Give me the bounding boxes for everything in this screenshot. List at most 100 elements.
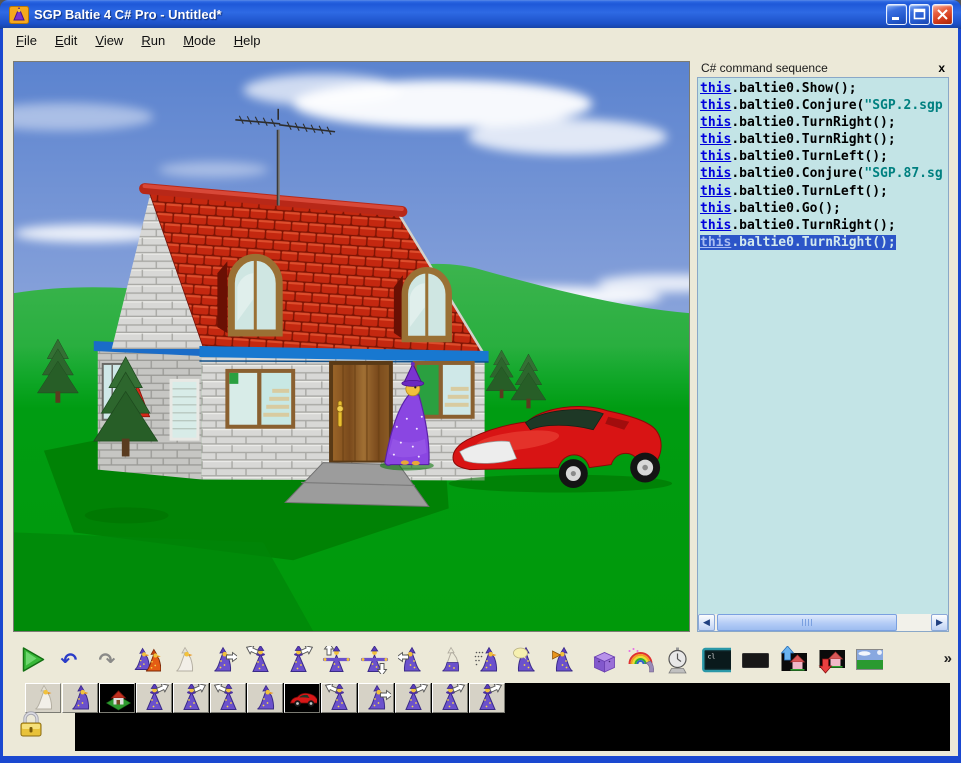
minimize-button[interactable] [886, 4, 907, 25]
close-icon [935, 7, 950, 22]
redo-button[interactable]: ↷ [92, 643, 125, 677]
lock-icon[interactable] [17, 709, 45, 744]
code-line[interactable]: this.baltie0.TurnLeft(); [698, 148, 948, 165]
scene-upload-button[interactable] [776, 643, 809, 677]
baltie-back-button[interactable] [396, 643, 429, 677]
undo-button[interactable]: ↶ [54, 643, 87, 677]
maximize-button[interactable] [909, 4, 930, 25]
scroll-thumb[interactable] [717, 614, 897, 631]
baltie-pair-button[interactable] [130, 643, 163, 677]
speech-icon [512, 646, 541, 674]
ghost-icon [170, 646, 199, 674]
walk-e-icon [362, 684, 391, 712]
menu-view[interactable]: View [86, 30, 132, 51]
step-turn-right-3[interactable] [395, 683, 431, 713]
baltie-vanish-button[interactable] [434, 643, 467, 677]
step-turn-right-1[interactable] [136, 683, 172, 713]
house-down-icon [816, 646, 845, 674]
scene-viewport[interactable] [13, 61, 690, 632]
step-conjure-2[interactable] [247, 683, 283, 713]
svg-text:↶: ↶ [61, 648, 78, 672]
baltie-turn-left-button[interactable] [244, 643, 277, 677]
menu-help[interactable]: Help [225, 30, 270, 51]
command-panel-title: C# command sequence [699, 61, 938, 75]
baltie-lift-button[interactable] [320, 643, 353, 677]
code-line[interactable]: this.baltie0.TurnRight(); [698, 114, 948, 131]
menu-mode[interactable]: Mode [174, 30, 225, 51]
menu-bar: FileEditViewRunModeHelp [3, 29, 958, 52]
baltie-say-button[interactable] [510, 643, 543, 677]
code-line[interactable]: this.baltie0.TurnRight(); [698, 217, 948, 234]
front-window-left [225, 369, 295, 429]
wait-button[interactable] [662, 643, 695, 677]
blackrect-icon [740, 646, 769, 674]
baltie-put-button[interactable] [358, 643, 391, 677]
stopwatch-icon [664, 646, 693, 674]
code-line[interactable]: this.baltie0.Show(); [698, 80, 948, 97]
step-conjure-1[interactable] [62, 683, 98, 713]
panel-close-button[interactable]: x [938, 61, 949, 75]
dormer-window-right [394, 270, 449, 339]
step-turn-left-2[interactable] [321, 683, 357, 713]
item-cube-button[interactable] [586, 643, 619, 677]
scene-download-button[interactable] [814, 643, 847, 677]
trumpet-icon [550, 646, 579, 674]
cube-icon [588, 646, 617, 674]
pair-icon [132, 646, 161, 674]
cone-nw-icon [246, 646, 275, 674]
console-icon: cl [702, 646, 731, 674]
house-up-icon [778, 646, 807, 674]
close-button[interactable] [932, 4, 953, 25]
menu-edit[interactable]: Edit [46, 30, 86, 51]
command-panel-header: C# command sequence x [699, 59, 949, 76]
step-turn-right-4[interactable] [432, 683, 468, 713]
code-line[interactable]: this.baltie0.TurnLeft(); [698, 183, 948, 200]
baltie-go-button[interactable] [206, 643, 239, 677]
svg-text:cl: cl [708, 652, 716, 660]
console-button[interactable]: cl [700, 643, 733, 677]
side-window-2 [170, 379, 200, 441]
baltie-invisible-button[interactable] [168, 643, 201, 677]
menu-file[interactable]: File [7, 30, 46, 51]
run-button[interactable] [16, 643, 49, 677]
code-line[interactable]: this.baltie0.Conjure("SGP.2.sgp [698, 97, 948, 114]
step-turn-left-1[interactable] [210, 683, 246, 713]
fast-icon [474, 646, 503, 674]
cone-ne-icon [284, 646, 313, 674]
arms-up-icon [322, 646, 351, 674]
step-go[interactable] [358, 683, 394, 713]
maximize-icon [912, 7, 927, 22]
cone-ne-icon [140, 684, 169, 712]
horizontal-scrollbar[interactable]: ◀ ▶ [698, 614, 948, 631]
step-turn-right-5[interactable] [469, 683, 505, 713]
window-title: SGP Baltie 4 C# Pro - Untitled* [34, 7, 886, 22]
app-icon[interactable] [9, 5, 29, 25]
scroll-right-button[interactable]: ▶ [931, 614, 948, 631]
step-item-house[interactable] [99, 683, 135, 713]
menu-run[interactable]: Run [132, 30, 174, 51]
screen-button[interactable] [738, 643, 771, 677]
arms-down-icon [360, 646, 389, 674]
landscape-button[interactable] [852, 643, 885, 677]
code-line[interactable]: this.baltie0.Conjure("SGP.87.sg [698, 165, 948, 182]
strip-tiles [25, 683, 506, 713]
baltie-speed-button[interactable] [472, 643, 505, 677]
step-item-car[interactable] [284, 683, 320, 713]
code-line[interactable]: this.baltie0.TurnRight(); [698, 234, 948, 251]
baltie-turn-right-button[interactable] [282, 643, 315, 677]
baltie-sound-button[interactable] [548, 643, 581, 677]
code-area[interactable]: this.baltie0.Show();this.baltie0.Conjure… [698, 78, 948, 614]
code-line[interactable]: this.baltie0.TurnRight(); [698, 131, 948, 148]
step-turn-right-2[interactable] [173, 683, 209, 713]
scroll-left-button[interactable]: ◀ [698, 614, 715, 631]
program-strip-zone [3, 683, 958, 756]
app-window: SGP Baltie 4 C# Pro - Untitled* FileEdit… [0, 0, 961, 763]
cone-ne-icon [399, 684, 428, 712]
rainbow-button[interactable] [624, 643, 657, 677]
toolbar-overflow-button[interactable]: » [944, 650, 952, 667]
play-icon [18, 646, 47, 674]
walk-w-icon [398, 646, 427, 674]
code-line[interactable]: this.baltie0.Go(); [698, 200, 948, 217]
walk-e-icon [208, 646, 237, 674]
cone-nw-icon [214, 684, 243, 712]
